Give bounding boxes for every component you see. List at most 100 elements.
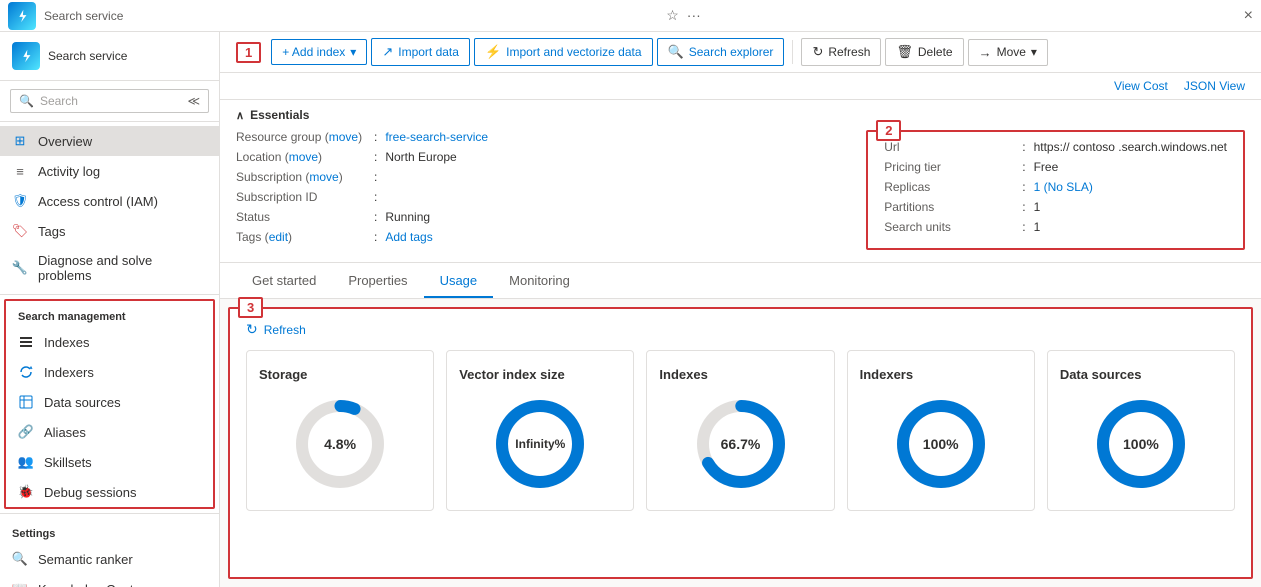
move-button[interactable]: → Move ▾	[968, 39, 1048, 66]
vectorize-icon: ⚡	[485, 44, 501, 60]
move-link-sub[interactable]: move	[309, 170, 338, 184]
bug-icon: 🐞	[18, 484, 34, 500]
storage-title: Storage	[259, 367, 307, 382]
sidebar-item-aliases[interactable]: 🔗 Aliases	[6, 417, 213, 447]
essentials-partitions-label: Partitions	[884, 200, 1014, 214]
sidebar-item-semantic-ranker[interactable]: 🔍 Semantic ranker	[0, 544, 219, 574]
storage-value: 4.8%	[324, 436, 356, 452]
title-bar: Search service ☆ ··· ×	[0, 0, 1261, 32]
indexers-title: Indexers	[860, 367, 913, 382]
sidebar-label-aliases: Aliases	[44, 425, 86, 440]
essentials-grid: Resource group (move) : free-search-serv…	[236, 130, 1245, 250]
sidebar-item-diagnose[interactable]: 🔧 Diagnose and solve problems	[0, 246, 219, 290]
toolbar-sep-1	[792, 40, 793, 64]
sidebar-item-indexers[interactable]: Indexers	[6, 357, 213, 387]
sidebar-collapse-icon[interactable]: ≪	[187, 94, 200, 108]
essentials-section: ∧ Essentials Resource group (move) : fre…	[220, 100, 1261, 263]
main-content: 1 + Add index ▾ ↗ Import data ⚡ Import a…	[220, 32, 1261, 587]
data-sources-donut: 100%	[1091, 394, 1191, 494]
sidebar-item-debug-sessions[interactable]: 🐞 Debug sessions	[6, 477, 213, 507]
sidebar-logo	[12, 42, 40, 70]
sidebar-item-indexes[interactable]: Indexes	[6, 327, 213, 357]
tab-usage[interactable]: Usage	[424, 263, 494, 298]
toolbar: 1 + Add index ▾ ↗ Import data ⚡ Import a…	[220, 32, 1261, 73]
essentials-row-replicas: Replicas : 1 (No SLA)	[884, 180, 1227, 194]
essentials-col-1: Resource group (move) : free-search-serv…	[236, 130, 850, 250]
move-link-rg[interactable]: move	[329, 130, 358, 144]
sidebar-search-box[interactable]: 🔍 Search ≪	[0, 81, 219, 122]
top-actions: View Cost JSON View	[220, 73, 1261, 100]
search-icon: 🔍	[19, 94, 34, 108]
search-placeholder: Search	[40, 94, 78, 108]
sidebar-nav: ⊞ Overview ≡ Activity log 🛡 Access contr…	[0, 122, 219, 587]
sidebar: Search service 🔍 Search ≪ ⊞ Overview ≡ A…	[0, 32, 220, 587]
essentials-row-status: Status : Running	[236, 210, 850, 224]
essentials-pricing-label: Pricing tier	[884, 160, 1014, 174]
essentials-row-partitions: Partitions : 1	[884, 200, 1227, 214]
essentials-status-value: Running	[385, 210, 430, 224]
essentials-row-search-units: Search units : 1	[884, 220, 1227, 234]
essentials-header: ∧ Essentials	[236, 108, 1245, 122]
essentials-subid-label: Subscription ID	[236, 190, 366, 204]
edit-link-tags[interactable]: edit	[269, 230, 288, 244]
essentials-replicas-value: 1 (No SLA)	[1034, 180, 1093, 194]
search-explorer-icon: 🔍	[668, 44, 684, 60]
usage-refresh-button[interactable]: ↻ Refresh	[246, 321, 1235, 338]
indexes-title: Indexes	[659, 367, 707, 382]
data-sources-value: 100%	[1123, 436, 1159, 452]
vector-donut: Infinity%	[490, 394, 590, 494]
rg-value-link[interactable]: free-search-service	[385, 130, 488, 144]
sidebar-app-title: Search service	[48, 49, 127, 63]
sidebar-item-data-sources[interactable]: Data sources	[6, 387, 213, 417]
search-explorer-button[interactable]: 🔍 Search explorer	[657, 38, 785, 66]
sidebar-item-knowledge-center[interactable]: 📖 Knowledge Center	[0, 574, 219, 587]
essentials-sub-label: Subscription (move)	[236, 170, 366, 184]
add-index-button[interactable]: + Add index ▾	[271, 39, 367, 65]
search-explorer-label: Search explorer	[689, 45, 774, 59]
sidebar-item-activity-log[interactable]: ≡ Activity log	[0, 156, 219, 186]
delete-label: Delete	[918, 45, 953, 59]
delete-button[interactable]: 🗑 Delete	[885, 38, 963, 66]
essentials-row-subid: Subscription ID :	[236, 190, 850, 204]
usage-area: 3 ↻ Refresh Storage 4.8%	[228, 307, 1253, 579]
move-link-loc[interactable]: move	[289, 150, 318, 164]
refresh-icon: ↻	[812, 44, 823, 60]
move-label: Move	[997, 45, 1026, 59]
import-data-button[interactable]: ↗ Import data	[371, 38, 470, 66]
essentials-rg-label: Resource group (move)	[236, 130, 366, 144]
title-bar-left: Search service	[8, 2, 123, 30]
search-management-header: Search management	[6, 301, 213, 327]
import-vectorize-button[interactable]: ⚡ Import and vectorize data	[474, 38, 653, 66]
link-icon: 🔗	[18, 424, 34, 440]
refresh-button[interactable]: ↻ Refresh	[801, 38, 881, 66]
tag-icon: 🏷	[12, 223, 28, 239]
wrench-icon: 🔧	[12, 260, 28, 276]
indexers-donut: 100%	[891, 394, 991, 494]
grid-icon: ⊞	[12, 133, 28, 149]
view-cost-link[interactable]: View Cost	[1114, 79, 1168, 93]
star-icon[interactable]: ☆	[666, 7, 679, 24]
sidebar-label-indexes: Indexes	[44, 335, 90, 350]
vector-value: Infinity%	[515, 437, 565, 451]
sidebar-divider-2	[0, 513, 219, 514]
sidebar-item-access-control[interactable]: 🛡 Access control (IAM)	[0, 186, 219, 216]
tab-get-started[interactable]: Get started	[236, 263, 332, 298]
close-button[interactable]: ×	[1244, 7, 1253, 25]
replicas-link[interactable]: 1 (No SLA)	[1034, 180, 1093, 194]
tab-properties[interactable]: Properties	[332, 263, 423, 298]
sidebar-item-tags[interactable]: 🏷 Tags	[0, 216, 219, 246]
essentials-url-value: https:// contoso .search.windows.net	[1034, 140, 1227, 154]
add-tags-link[interactable]: Add tags	[385, 230, 432, 244]
essentials-loc-value: North Europe	[385, 150, 456, 164]
essentials-label: Essentials	[250, 108, 309, 122]
sidebar-item-skillsets[interactable]: 👥 Skillsets	[6, 447, 213, 477]
tab-monitoring[interactable]: Monitoring	[493, 263, 586, 298]
json-view-link[interactable]: JSON View	[1184, 79, 1245, 93]
essentials-loc-label: Location (move)	[236, 150, 366, 164]
essentials-row-sub: Subscription (move) :	[236, 170, 850, 184]
sidebar-label-skillsets: Skillsets	[44, 455, 92, 470]
ellipsis-icon[interactable]: ···	[687, 7, 701, 24]
essentials-row-url: Url : https:// contoso .search.windows.n…	[884, 140, 1227, 154]
sidebar-divider-1	[0, 294, 219, 295]
sidebar-item-overview[interactable]: ⊞ Overview	[0, 126, 219, 156]
